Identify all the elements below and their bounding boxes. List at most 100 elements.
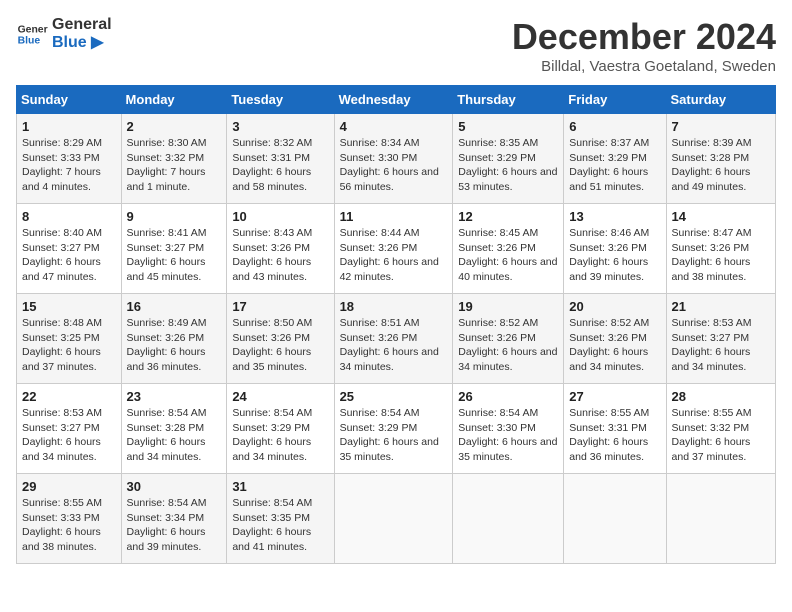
day-info: Sunrise: 8:52 AM Sunset: 3:26 PM Dayligh… <box>458 316 558 375</box>
sunset-text: Sunset: 3:26 PM <box>340 331 448 346</box>
day-info: Sunrise: 8:54 AM Sunset: 3:29 PM Dayligh… <box>232 406 328 465</box>
weekday-friday: Friday <box>564 86 666 114</box>
sunset-text: Sunset: 3:30 PM <box>340 151 448 166</box>
day-info: Sunrise: 8:47 AM Sunset: 3:26 PM Dayligh… <box>672 226 770 285</box>
day-cell <box>453 474 564 564</box>
weekday-tuesday: Tuesday <box>227 86 334 114</box>
daylight-text: Daylight: 6 hours and 34 minutes. <box>458 345 558 374</box>
logo-blue: Blue ▶ <box>52 34 112 52</box>
day-info: Sunrise: 8:55 AM Sunset: 3:31 PM Dayligh… <box>569 406 660 465</box>
sunrise-text: Sunrise: 8:48 AM <box>22 316 116 331</box>
day-info: Sunrise: 8:54 AM Sunset: 3:35 PM Dayligh… <box>232 496 328 555</box>
sunset-text: Sunset: 3:26 PM <box>569 241 660 256</box>
sunrise-text: Sunrise: 8:51 AM <box>340 316 448 331</box>
sunrise-text: Sunrise: 8:52 AM <box>569 316 660 331</box>
day-cell <box>564 474 666 564</box>
day-info: Sunrise: 8:53 AM Sunset: 3:27 PM Dayligh… <box>22 406 116 465</box>
day-info: Sunrise: 8:49 AM Sunset: 3:26 PM Dayligh… <box>127 316 222 375</box>
sunset-text: Sunset: 3:31 PM <box>232 151 328 166</box>
day-info: Sunrise: 8:35 AM Sunset: 3:29 PM Dayligh… <box>458 136 558 195</box>
day-number: 22 <box>22 389 116 404</box>
daylight-text: Daylight: 6 hours and 34 minutes. <box>340 345 448 374</box>
sunrise-text: Sunrise: 8:55 AM <box>569 406 660 421</box>
day-info: Sunrise: 8:55 AM Sunset: 3:33 PM Dayligh… <box>22 496 116 555</box>
day-info: Sunrise: 8:51 AM Sunset: 3:26 PM Dayligh… <box>340 316 448 375</box>
day-info: Sunrise: 8:46 AM Sunset: 3:26 PM Dayligh… <box>569 226 660 285</box>
sunrise-text: Sunrise: 8:40 AM <box>22 226 116 241</box>
sunset-text: Sunset: 3:25 PM <box>22 331 116 346</box>
day-info: Sunrise: 8:39 AM Sunset: 3:28 PM Dayligh… <box>672 136 770 195</box>
day-number: 12 <box>458 209 558 224</box>
day-cell: 16 Sunrise: 8:49 AM Sunset: 3:26 PM Dayl… <box>121 294 227 384</box>
day-number: 15 <box>22 299 116 314</box>
day-number: 4 <box>340 119 448 134</box>
day-cell: 17 Sunrise: 8:50 AM Sunset: 3:26 PM Dayl… <box>227 294 334 384</box>
daylight-text: Daylight: 6 hours and 34 minutes. <box>232 435 328 464</box>
day-cell: 4 Sunrise: 8:34 AM Sunset: 3:30 PM Dayli… <box>334 114 453 204</box>
day-cell: 15 Sunrise: 8:48 AM Sunset: 3:25 PM Dayl… <box>17 294 122 384</box>
day-cell: 30 Sunrise: 8:54 AM Sunset: 3:34 PM Dayl… <box>121 474 227 564</box>
sunrise-text: Sunrise: 8:54 AM <box>127 496 222 511</box>
weekday-thursday: Thursday <box>453 86 564 114</box>
sunrise-text: Sunrise: 8:54 AM <box>232 496 328 511</box>
day-number: 27 <box>569 389 660 404</box>
daylight-text: Daylight: 6 hours and 35 minutes. <box>458 435 558 464</box>
day-cell: 27 Sunrise: 8:55 AM Sunset: 3:31 PM Dayl… <box>564 384 666 474</box>
week-row-4: 22 Sunrise: 8:53 AM Sunset: 3:27 PM Dayl… <box>17 384 776 474</box>
sunrise-text: Sunrise: 8:30 AM <box>127 136 222 151</box>
day-info: Sunrise: 8:40 AM Sunset: 3:27 PM Dayligh… <box>22 226 116 285</box>
day-cell: 6 Sunrise: 8:37 AM Sunset: 3:29 PM Dayli… <box>564 114 666 204</box>
day-number: 26 <box>458 389 558 404</box>
day-info: Sunrise: 8:48 AM Sunset: 3:25 PM Dayligh… <box>22 316 116 375</box>
sunset-text: Sunset: 3:33 PM <box>22 151 116 166</box>
day-number: 1 <box>22 119 116 134</box>
sunset-text: Sunset: 3:29 PM <box>232 421 328 436</box>
day-info: Sunrise: 8:53 AM Sunset: 3:27 PM Dayligh… <box>672 316 770 375</box>
day-number: 11 <box>340 209 448 224</box>
sunset-text: Sunset: 3:34 PM <box>127 511 222 526</box>
daylight-text: Daylight: 6 hours and 53 minutes. <box>458 165 558 194</box>
day-info: Sunrise: 8:54 AM Sunset: 3:29 PM Dayligh… <box>340 406 448 465</box>
daylight-text: Daylight: 7 hours and 1 minute. <box>127 165 222 194</box>
day-number: 25 <box>340 389 448 404</box>
daylight-text: Daylight: 6 hours and 35 minutes. <box>232 345 328 374</box>
day-number: 28 <box>672 389 770 404</box>
day-cell: 1 Sunrise: 8:29 AM Sunset: 3:33 PM Dayli… <box>17 114 122 204</box>
day-number: 20 <box>569 299 660 314</box>
day-cell: 20 Sunrise: 8:52 AM Sunset: 3:26 PM Dayl… <box>564 294 666 384</box>
week-row-3: 15 Sunrise: 8:48 AM Sunset: 3:25 PM Dayl… <box>17 294 776 384</box>
day-number: 30 <box>127 479 222 494</box>
sunset-text: Sunset: 3:28 PM <box>127 421 222 436</box>
sunrise-text: Sunrise: 8:41 AM <box>127 226 222 241</box>
sunrise-text: Sunrise: 8:54 AM <box>232 406 328 421</box>
day-cell: 13 Sunrise: 8:46 AM Sunset: 3:26 PM Dayl… <box>564 204 666 294</box>
day-number: 24 <box>232 389 328 404</box>
day-number: 18 <box>340 299 448 314</box>
sunset-text: Sunset: 3:29 PM <box>569 151 660 166</box>
daylight-text: Daylight: 6 hours and 40 minutes. <box>458 255 558 284</box>
daylight-text: Daylight: 6 hours and 37 minutes. <box>672 435 770 464</box>
sunrise-text: Sunrise: 8:29 AM <box>22 136 116 151</box>
day-number: 23 <box>127 389 222 404</box>
sunrise-text: Sunrise: 8:52 AM <box>458 316 558 331</box>
day-number: 13 <box>569 209 660 224</box>
sunset-text: Sunset: 3:26 PM <box>340 241 448 256</box>
sunrise-text: Sunrise: 8:55 AM <box>22 496 116 511</box>
day-cell: 12 Sunrise: 8:45 AM Sunset: 3:26 PM Dayl… <box>453 204 564 294</box>
day-cell: 10 Sunrise: 8:43 AM Sunset: 3:26 PM Dayl… <box>227 204 334 294</box>
day-cell: 7 Sunrise: 8:39 AM Sunset: 3:28 PM Dayli… <box>666 114 775 204</box>
day-number: 6 <box>569 119 660 134</box>
day-cell <box>666 474 775 564</box>
daylight-text: Daylight: 6 hours and 34 minutes. <box>22 435 116 464</box>
day-cell: 18 Sunrise: 8:51 AM Sunset: 3:26 PM Dayl… <box>334 294 453 384</box>
sunrise-text: Sunrise: 8:44 AM <box>340 226 448 241</box>
day-info: Sunrise: 8:55 AM Sunset: 3:32 PM Dayligh… <box>672 406 770 465</box>
calendar-table: SundayMondayTuesdayWednesdayThursdayFrid… <box>16 85 776 564</box>
sunrise-text: Sunrise: 8:37 AM <box>569 136 660 151</box>
day-info: Sunrise: 8:37 AM Sunset: 3:29 PM Dayligh… <box>569 136 660 195</box>
sunset-text: Sunset: 3:26 PM <box>569 331 660 346</box>
svg-text:Blue: Blue <box>18 35 41 46</box>
sunrise-text: Sunrise: 8:53 AM <box>672 316 770 331</box>
sunrise-text: Sunrise: 8:55 AM <box>672 406 770 421</box>
day-cell: 11 Sunrise: 8:44 AM Sunset: 3:26 PM Dayl… <box>334 204 453 294</box>
